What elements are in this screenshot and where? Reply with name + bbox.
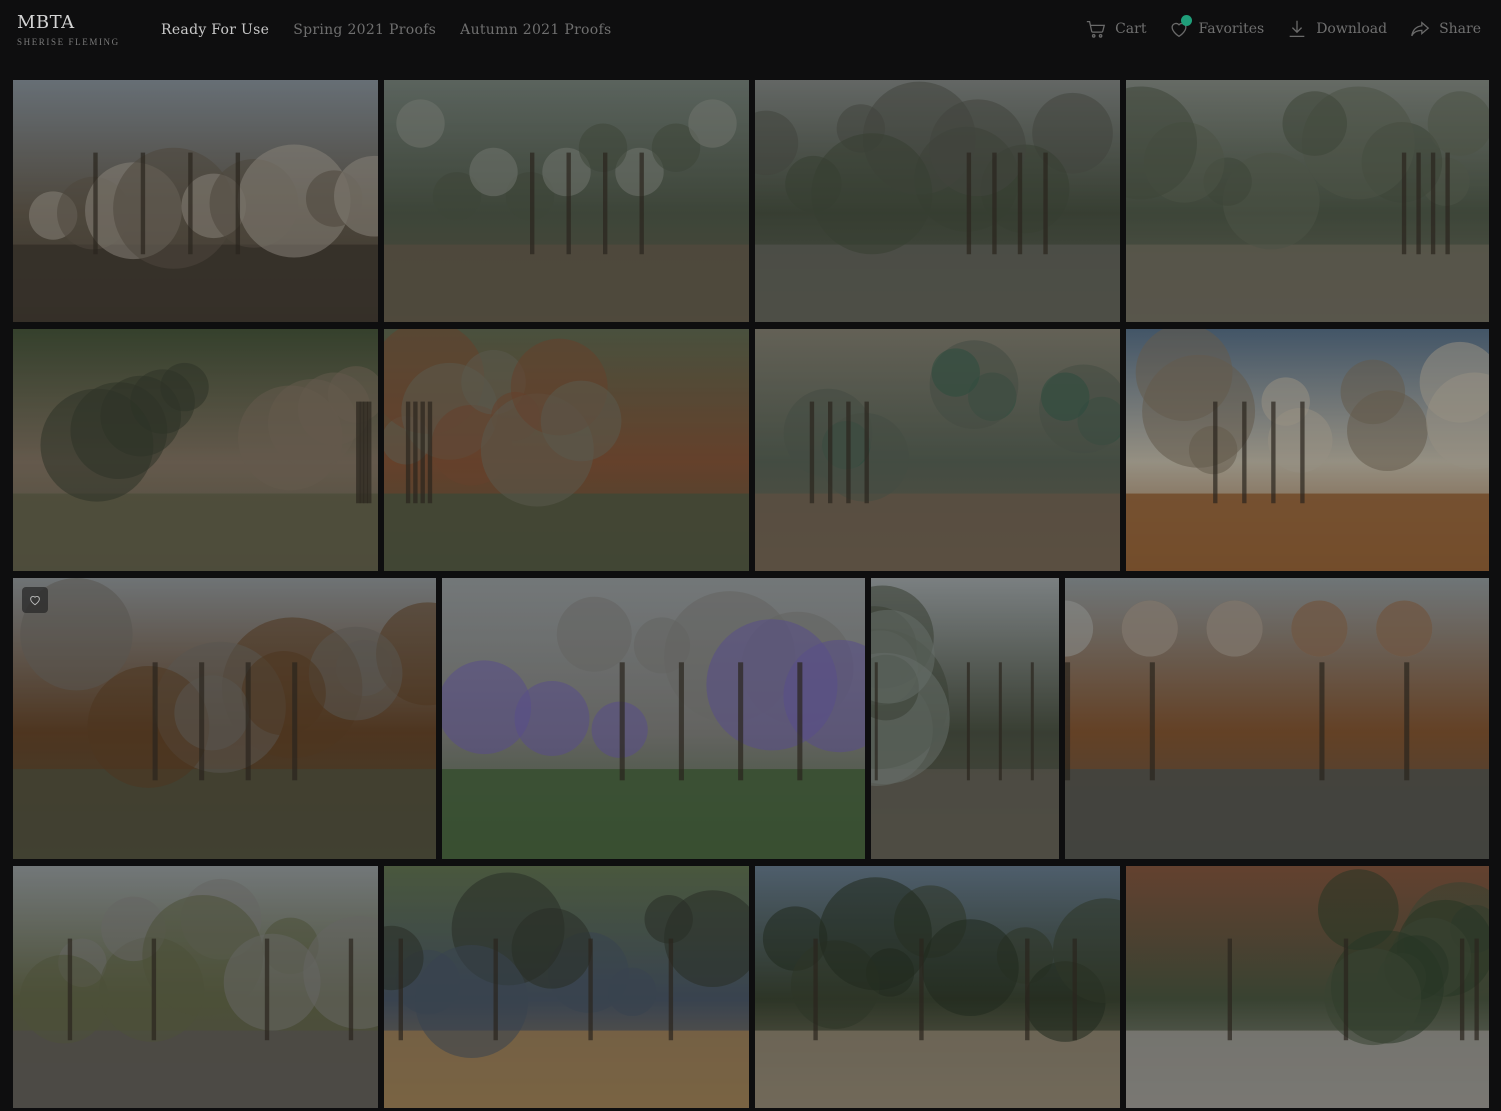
gallery-photo-child-dog-bench[interactable] bbox=[384, 866, 749, 1108]
photo-image bbox=[871, 578, 1059, 859]
gallery-photo-pond-reflection[interactable] bbox=[755, 80, 1120, 322]
photo-image bbox=[1126, 329, 1489, 571]
gallery-photo-sugar-factory-sign[interactable] bbox=[1126, 329, 1489, 571]
gallery-photo-horse-sculptures[interactable] bbox=[384, 329, 749, 571]
gallery-photo-garden-stumps[interactable] bbox=[13, 329, 378, 571]
photo-image bbox=[755, 329, 1120, 571]
photo-image bbox=[1065, 578, 1489, 859]
photo-image bbox=[1126, 80, 1489, 322]
gallery-photo-street-trees-cars[interactable] bbox=[13, 866, 378, 1108]
photo-image bbox=[442, 578, 865, 859]
photo-image bbox=[13, 80, 378, 322]
gallery-photo-avenue-autumn[interactable] bbox=[13, 578, 436, 859]
photo-image bbox=[755, 866, 1120, 1108]
favorite-toggle-button[interactable] bbox=[22, 587, 48, 613]
gallery-photo-river-trees[interactable] bbox=[871, 578, 1059, 859]
gallery-photo-street-shops[interactable] bbox=[13, 80, 378, 322]
photo-image bbox=[755, 80, 1120, 322]
photo-grid bbox=[0, 0, 1501, 1111]
gallery-photo-skatepark-mosaic[interactable] bbox=[442, 578, 865, 859]
photo-image bbox=[13, 578, 436, 859]
gallery-photo-brick-building-child[interactable] bbox=[1126, 866, 1489, 1108]
photo-image bbox=[384, 329, 749, 571]
photo-image bbox=[384, 866, 749, 1108]
photo-image bbox=[13, 866, 378, 1108]
gallery-photo-building-1908[interactable] bbox=[755, 866, 1120, 1108]
heart-icon bbox=[30, 596, 40, 606]
gallery-photo-park-gum-trees[interactable] bbox=[1126, 80, 1489, 322]
photo-image bbox=[384, 80, 749, 322]
gallery-photo-playground-frog[interactable] bbox=[755, 329, 1120, 571]
gallery-photo-rotunda-corner[interactable] bbox=[1065, 578, 1489, 859]
photo-image bbox=[1126, 866, 1489, 1108]
gallery-photo-bush-path-bench[interactable] bbox=[384, 80, 749, 322]
photo-image bbox=[13, 329, 378, 571]
